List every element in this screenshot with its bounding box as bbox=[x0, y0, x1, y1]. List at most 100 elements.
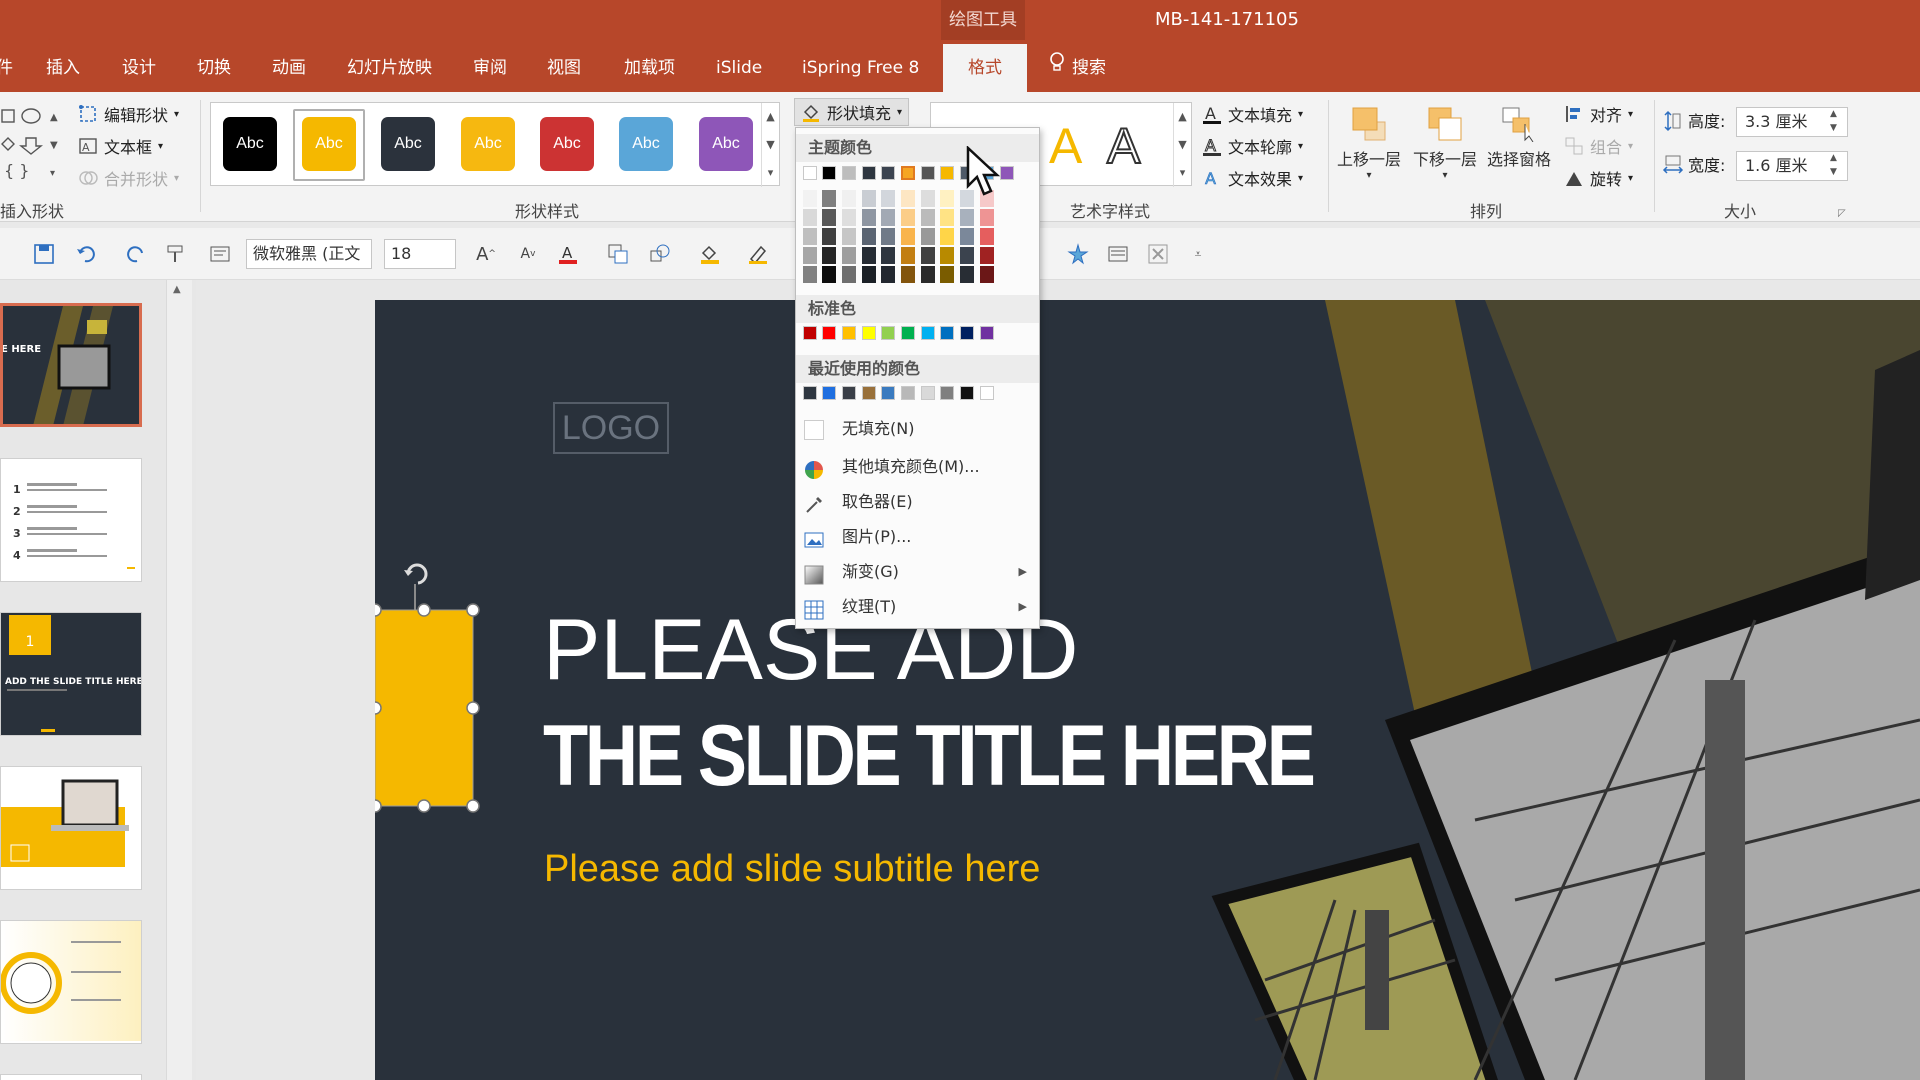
size-dialog-launcher[interactable]: ◸ bbox=[1838, 208, 1846, 219]
theme-shade-swatch[interactable] bbox=[901, 190, 915, 207]
theme-shade-swatch[interactable] bbox=[802, 228, 817, 245]
standard-color-swatch[interactable] bbox=[940, 326, 955, 340]
theme-color-swatch[interactable] bbox=[940, 166, 955, 180]
standard-color-swatch[interactable] bbox=[901, 326, 915, 340]
gallery-scroll-up[interactable]: ▲ bbox=[761, 103, 779, 131]
shape-style-7[interactable]: Abc bbox=[699, 117, 753, 171]
tab-addins[interactable]: 加载项 bbox=[624, 44, 675, 92]
recent-color-swatch[interactable] bbox=[841, 386, 856, 400]
wordart-scroll-up[interactable]: ▲ bbox=[1173, 103, 1191, 131]
shape-style-3[interactable]: Abc bbox=[381, 117, 435, 171]
texture-option[interactable]: 纹理(T) ▶ bbox=[796, 590, 1039, 624]
standard-color-swatch[interactable] bbox=[979, 326, 994, 340]
picture-fill-option[interactable]: 图片(P)... bbox=[796, 520, 1039, 554]
theme-shade-swatch[interactable] bbox=[802, 190, 817, 207]
standard-color-swatch[interactable] bbox=[841, 326, 856, 340]
theme-shade-swatch[interactable] bbox=[822, 247, 837, 264]
shape-style-6[interactable]: Abc bbox=[619, 117, 673, 171]
slide-title-line2[interactable]: THE SLIDE TITLE HERE bbox=[543, 706, 1316, 806]
standard-color-swatch[interactable] bbox=[861, 326, 876, 340]
grow-font-icon[interactable]: A ^ bbox=[472, 240, 500, 268]
recent-color-swatch[interactable] bbox=[940, 386, 955, 400]
outline-color-icon[interactable] bbox=[744, 240, 772, 268]
theme-shade-swatch[interactable] bbox=[822, 228, 837, 245]
slide-layout-icon[interactable] bbox=[1104, 240, 1132, 268]
more-fill-colors-option[interactable]: 其他填充颜色(M)... bbox=[796, 450, 1039, 484]
slide-thumbnail-6[interactable] bbox=[0, 1074, 142, 1080]
theme-shade-swatch[interactable] bbox=[901, 247, 915, 264]
theme-shade-swatch[interactable] bbox=[979, 266, 994, 283]
tab-search[interactable]: 搜索 bbox=[1048, 44, 1106, 92]
tab-design[interactable]: 设计 bbox=[122, 44, 156, 92]
theme-color-swatch[interactable] bbox=[901, 166, 915, 180]
shape-gallery[interactable]: { } ▲ ▼ ▾ bbox=[0, 104, 62, 188]
theme-color-swatch[interactable] bbox=[841, 166, 856, 180]
close-box-icon[interactable] bbox=[1144, 240, 1172, 268]
rotate-button[interactable]: 旋转 ▾ bbox=[1564, 166, 1633, 190]
arrange-icon[interactable] bbox=[604, 240, 632, 268]
theme-shade-swatch[interactable] bbox=[881, 247, 896, 264]
text-outline-button[interactable]: A 文本轮廓 ▾ bbox=[1202, 134, 1303, 158]
textbox-icon[interactable] bbox=[206, 240, 234, 268]
merge-shapes-button[interactable]: 合并形状 ▾ bbox=[78, 166, 179, 190]
align-button[interactable]: 对齐 ▾ bbox=[1564, 102, 1633, 126]
shape-style-2[interactable]: Abc bbox=[302, 117, 356, 171]
standard-color-swatch[interactable] bbox=[920, 326, 935, 340]
theme-shade-swatch[interactable] bbox=[861, 209, 876, 226]
shape-style-4[interactable]: Abc bbox=[461, 117, 515, 171]
theme-shade-swatch[interactable] bbox=[802, 247, 817, 264]
theme-shade-swatch[interactable] bbox=[960, 247, 975, 264]
no-fill-option[interactable]: 无填充(N) bbox=[796, 412, 1039, 446]
logo-placeholder[interactable]: LOGO bbox=[553, 402, 669, 454]
shape-style-1[interactable]: Abc bbox=[223, 117, 277, 171]
tab-insert[interactable]: 插入 bbox=[46, 44, 80, 92]
theme-shade-swatch[interactable] bbox=[881, 190, 896, 207]
tab-slideshow[interactable]: 幻灯片放映 bbox=[347, 44, 432, 92]
standard-color-swatch[interactable] bbox=[881, 326, 896, 340]
customize-toolbar-icon[interactable]: ⩡ bbox=[1184, 240, 1212, 268]
slide[interactable]: LOGO PLEASE ADD THE SLIDE TITLE HERE Ple… bbox=[375, 300, 1920, 1080]
theme-shade-swatch[interactable] bbox=[979, 228, 994, 245]
fill-color-icon[interactable] bbox=[696, 240, 724, 268]
scroll-up-arrow[interactable]: ▲ bbox=[173, 284, 181, 295]
recent-color-swatch[interactable] bbox=[802, 386, 817, 400]
gradient-option[interactable]: 渐变(G) ▶ bbox=[796, 555, 1039, 589]
redo-icon[interactable] bbox=[122, 240, 150, 268]
slide-thumbnail-5[interactable] bbox=[0, 920, 142, 1044]
effects-icon[interactable] bbox=[1064, 240, 1092, 268]
selection-pane-button[interactable]: 选择窗格 bbox=[1484, 104, 1554, 170]
wordart-style-yellow[interactable]: A bbox=[1049, 117, 1082, 175]
font-size-select[interactable]: 18 bbox=[384, 239, 456, 269]
recent-color-swatch[interactable] bbox=[822, 386, 837, 400]
theme-shade-swatch[interactable] bbox=[881, 228, 896, 245]
shrink-font-icon[interactable]: Av bbox=[514, 240, 542, 268]
theme-color-swatch[interactable] bbox=[881, 166, 896, 180]
theme-shade-swatch[interactable] bbox=[960, 228, 975, 245]
recent-color-swatch[interactable] bbox=[979, 386, 994, 400]
tab-islide[interactable]: iSlide bbox=[716, 44, 762, 92]
theme-shade-swatch[interactable] bbox=[822, 209, 837, 226]
recent-color-swatch[interactable] bbox=[901, 386, 915, 400]
theme-shade-swatch[interactable] bbox=[841, 190, 856, 207]
theme-shade-swatch[interactable] bbox=[960, 209, 975, 226]
font-family-select[interactable]: 微软雅黑 (正文 bbox=[246, 239, 372, 269]
theme-shade-swatch[interactable] bbox=[979, 247, 994, 264]
tab-view[interactable]: 视图 bbox=[547, 44, 581, 92]
theme-shade-swatch[interactable] bbox=[940, 247, 955, 264]
slide-thumbnail-3[interactable]: 1 ADD THE SLIDE TITLE HERE bbox=[0, 612, 142, 736]
tab-format[interactable]: 格式 bbox=[943, 44, 1027, 92]
wordart-more[interactable]: ▾ bbox=[1173, 159, 1191, 187]
shapes-icon[interactable] bbox=[646, 240, 674, 268]
theme-shade-swatch[interactable] bbox=[920, 228, 935, 245]
standard-color-swatch[interactable] bbox=[802, 326, 817, 340]
theme-shade-swatch[interactable] bbox=[881, 266, 896, 283]
theme-shade-swatch[interactable] bbox=[822, 190, 837, 207]
theme-shade-swatch[interactable] bbox=[979, 209, 994, 226]
eyedropper-option[interactable]: 取色器(E) bbox=[796, 485, 1039, 519]
tab-review[interactable]: 审阅 bbox=[473, 44, 507, 92]
bring-forward-button[interactable]: 上移一层 ▾ bbox=[1334, 104, 1404, 181]
gallery-scroll-down[interactable]: ▼ bbox=[761, 131, 779, 159]
theme-shade-swatch[interactable] bbox=[881, 209, 896, 226]
theme-shade-swatch[interactable] bbox=[861, 247, 876, 264]
theme-color-swatch[interactable] bbox=[822, 166, 837, 180]
